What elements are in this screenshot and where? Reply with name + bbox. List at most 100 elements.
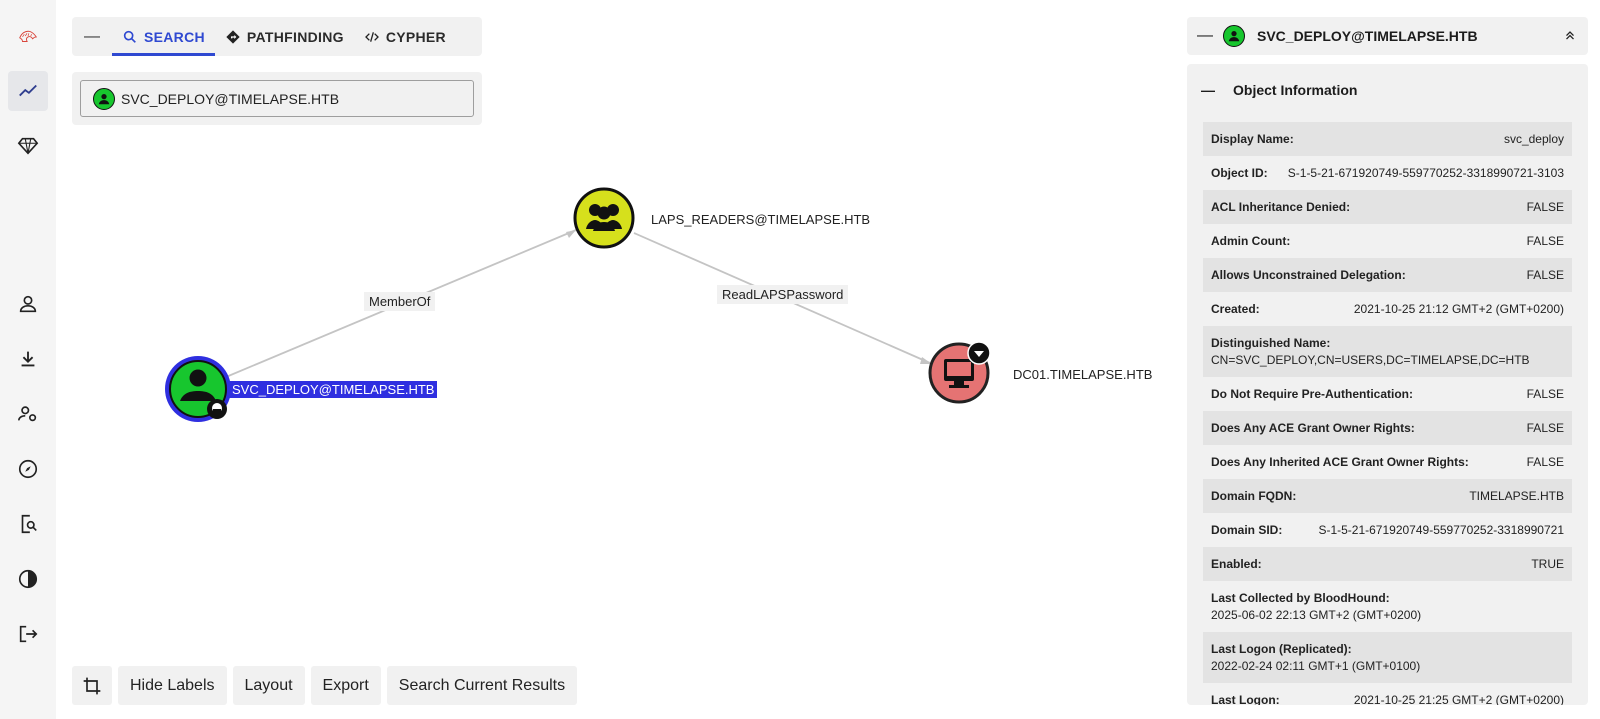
- property-value: FALSE: [1526, 387, 1564, 401]
- logout-icon[interactable]: [8, 614, 48, 654]
- property-value: svc_deploy: [1503, 132, 1564, 146]
- tab-cypher[interactable]: CYPHER: [354, 17, 456, 56]
- crop-icon: [83, 677, 101, 694]
- export-button[interactable]: Export: [310, 666, 381, 705]
- app-window: MemberOf ReadLAPSPassword SVC_DEPLOY@TIM…: [0, 0, 1600, 719]
- property-row: Enabled: TRUE: [1203, 547, 1572, 581]
- property-value: 2021-10-25 21:25 GMT+2 (GMT+0200): [1353, 693, 1564, 705]
- compass-icon[interactable]: [8, 449, 48, 489]
- property-list: Display Name: svc_deploy Object ID: S-1-5-…: [1203, 122, 1572, 705]
- search-input-value: SVC_DEPLOY@TIMELAPSE.HTB: [121, 90, 340, 107]
- collapse-entity-button[interactable]: —: [1187, 27, 1223, 45]
- user-node-icon: [1223, 25, 1245, 47]
- node-label-dc01[interactable]: DC01.TIMELAPSE.HTB: [1013, 367, 1152, 382]
- node-dc01[interactable]: [928, 341, 991, 404]
- collapse-section-icon[interactable]: —: [1201, 82, 1215, 98]
- tab-pathfinding-label: PATHFINDING: [246, 28, 344, 45]
- tab-cypher-label: CYPHER: [385, 28, 446, 45]
- property-row: Domain SID: S-1-5-21-671920749-559770252-…: [1203, 513, 1572, 547]
- property-key: Domain SID:: [1211, 523, 1283, 537]
- property-key: Allows Unconstrained Delegation:: [1211, 268, 1406, 282]
- property-key: Display Name:: [1211, 132, 1294, 146]
- edge-label-readlapspassword[interactable]: ReadLAPSPassword: [717, 285, 849, 304]
- property-row: Display Name: svc_deploy: [1203, 122, 1572, 156]
- property-key: ACL Inheritance Denied:: [1211, 200, 1351, 214]
- property-value: FALSE: [1526, 200, 1564, 214]
- gem-icon[interactable]: [8, 126, 48, 166]
- property-value: FALSE: [1526, 421, 1564, 435]
- entity-title: SVC_DEPLOY@TIMELAPSE.HTB: [1257, 28, 1478, 44]
- download-icon[interactable]: [8, 339, 48, 379]
- property-key: Does Any ACE Grant Owner Rights:: [1211, 421, 1415, 435]
- property-value: FALSE: [1526, 268, 1564, 282]
- property-row: Created: 2021-10-25 21:12 GMT+2 (GMT+0200…: [1203, 292, 1572, 326]
- property-key: Created:: [1211, 302, 1260, 316]
- property-row: Last Logon: 2021-10-25 21:25 GMT+2 (GMT+0…: [1203, 683, 1572, 705]
- node-svc-deploy[interactable]: [165, 356, 231, 422]
- tab-pathfinding[interactable]: PATHFINDING: [215, 17, 354, 56]
- layout-button[interactable]: Layout: [232, 666, 305, 705]
- property-row: Admin Count: FALSE: [1203, 224, 1572, 258]
- tab-search[interactable]: SEARCH: [112, 17, 215, 56]
- user-settings-icon[interactable]: [8, 394, 48, 434]
- property-value: TRUE: [1531, 557, 1564, 571]
- property-key: Domain FQDN:: [1211, 489, 1297, 503]
- edge-label-memberof[interactable]: MemberOf: [364, 292, 436, 311]
- property-key: Enabled:: [1211, 557, 1262, 571]
- property-value: CN=SVC_DEPLOY,CN=USERS,DC=TIMELAPSE,DC=H…: [1211, 353, 1530, 367]
- crop-button[interactable]: [72, 666, 112, 705]
- arrowhead: [920, 357, 932, 364]
- object-information-header[interactable]: — Object Information: [1187, 64, 1588, 116]
- property-value: S-1-5-21-671920749-559770252-3318990721: [1318, 523, 1564, 537]
- node-laps-readers[interactable]: [573, 187, 635, 249]
- property-key: Distinguished Name:: [1211, 336, 1331, 350]
- code-icon: [364, 31, 379, 42]
- file-search-icon[interactable]: [8, 504, 48, 544]
- search-icon: [123, 30, 136, 43]
- property-row: Domain FQDN: TIMELAPSE.HTB: [1203, 479, 1572, 513]
- property-row: Does Any Inherited ACE Grant Owner Right…: [1203, 445, 1572, 479]
- property-value: 2021-10-25 21:12 GMT+2 (GMT+0200): [1353, 302, 1564, 316]
- directions-icon: [226, 29, 240, 44]
- property-value: 2025-06-02 22:13 GMT+2 (GMT+0200): [1211, 608, 1422, 622]
- property-value: TIMELAPSE.HTB: [1469, 489, 1564, 503]
- tab-search-label: SEARCH: [144, 28, 205, 45]
- property-row: Allows Unconstrained Delegation: FALSE: [1203, 258, 1572, 292]
- property-row: Object ID: S-1-5-21-671920749-559770252-3…: [1203, 156, 1572, 190]
- node-label-laps-readers[interactable]: LAPS_READERS@TIMELAPSE.HTB: [651, 212, 870, 227]
- property-key: Last Logon:: [1211, 693, 1280, 705]
- collapse-search-button[interactable]: —: [72, 17, 112, 56]
- theme-toggle-icon[interactable]: [8, 559, 48, 599]
- property-row: Does Any ACE Grant Owner Rights: FALSE: [1203, 411, 1572, 445]
- property-key: Do Not Require Pre-Authentication:: [1211, 387, 1414, 401]
- left-nav: [0, 0, 56, 719]
- property-key: Does Any Inherited ACE Grant Owner Right…: [1211, 455, 1469, 469]
- object-information-panel: — Object Information Display Name: svc_de…: [1187, 64, 1588, 705]
- search-tabs-panel: — SEARCH PATHFINDING CYPHER: [72, 17, 482, 56]
- node-label-svc-deploy[interactable]: SVC_DEPLOY@TIMELAPSE.HTB: [229, 381, 438, 398]
- property-key: Last Logon (Replicated):: [1211, 642, 1352, 656]
- property-row: ACL Inheritance Denied: FALSE: [1203, 190, 1572, 224]
- user-node-icon: [93, 87, 115, 110]
- property-key: Object ID:: [1211, 166, 1268, 180]
- search-current-results-button[interactable]: Search Current Results: [386, 666, 578, 705]
- property-row: Distinguished Name: CN=SVC_DEPLOY,CN=USER…: [1203, 326, 1572, 377]
- chevrons-up-icon[interactable]: [1552, 28, 1588, 45]
- search-input[interactable]: SVC_DEPLOY@TIMELAPSE.HTB: [80, 80, 474, 117]
- user-icon[interactable]: [8, 284, 48, 324]
- property-row: Last Logon (Replicated): 2022-02-24 02:11…: [1203, 632, 1572, 683]
- section-title: Object Information: [1233, 82, 1358, 98]
- search-box-wrap: SVC_DEPLOY@TIMELAPSE.HTB: [72, 72, 482, 125]
- graph-toolbar: Hide Labels Layout Export Search Current…: [72, 666, 578, 705]
- property-value: 2022-02-24 02:11 GMT+1 (GMT+0100): [1211, 659, 1421, 673]
- property-row: Do Not Require Pre-Authentication: FALSE: [1203, 377, 1572, 411]
- explore-icon[interactable]: [8, 71, 48, 111]
- property-row: Last Collected by BloodHound: 2025-06-02 …: [1203, 581, 1572, 632]
- property-value: FALSE: [1526, 234, 1564, 248]
- logo-icon[interactable]: [8, 16, 48, 56]
- arrowhead: [566, 230, 576, 238]
- property-value: S-1-5-21-671920749-559770252-3318990721-…: [1287, 166, 1564, 180]
- property-key: Admin Count:: [1211, 234, 1291, 248]
- property-value: FALSE: [1526, 455, 1564, 469]
- hide-labels-button[interactable]: Hide Labels: [118, 666, 227, 705]
